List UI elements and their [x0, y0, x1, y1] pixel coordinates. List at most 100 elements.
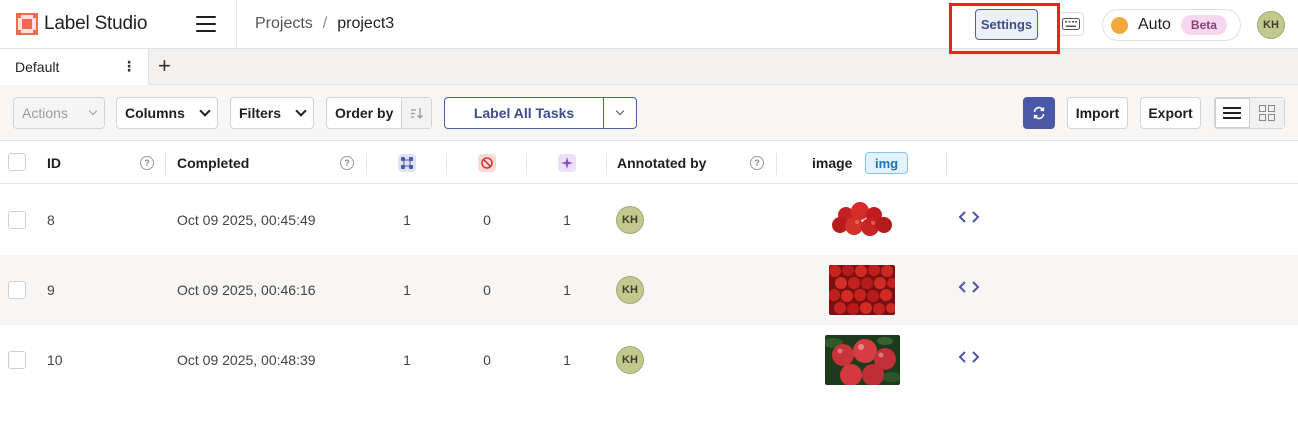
label-studio-logo-icon: [16, 13, 38, 35]
view-tabs-bar: Default ⋮ +: [0, 49, 1298, 85]
filters-dropdown[interactable]: Filters: [230, 97, 314, 129]
sort-direction-button[interactable]: [402, 98, 431, 128]
table-row[interactable]: 10 Oct 09 2025, 00:48:39 1 0 1 KH: [0, 325, 1298, 395]
import-button[interactable]: Import: [1067, 97, 1128, 129]
keyboard-icon: [1062, 18, 1080, 30]
row-checkbox[interactable]: [8, 281, 26, 299]
chevron-down-icon: [295, 105, 307, 117]
chevron-down-icon: [88, 106, 98, 116]
row-checkbox[interactable]: [8, 351, 26, 369]
task-id: 9: [47, 282, 55, 298]
task-image-thumbnail[interactable]: [825, 335, 900, 385]
keyboard-shortcuts-button[interactable]: [1058, 12, 1084, 36]
annotations-icon[interactable]: [398, 154, 416, 172]
top-header: Label Studio Projects / project3 Setting…: [0, 0, 1298, 54]
label-all-tasks-control: Label All Tasks: [444, 97, 637, 129]
user-avatar[interactable]: KH: [1257, 11, 1285, 39]
label-all-dropdown-button[interactable]: [604, 98, 636, 128]
column-separator: [946, 153, 947, 175]
predictions-count: 1: [563, 282, 571, 298]
breadcrumb-current-project: project3: [337, 15, 395, 32]
add-tab-icon[interactable]: +: [158, 55, 171, 77]
chevron-down-icon: [199, 105, 211, 117]
task-id: 10: [47, 352, 63, 368]
breadcrumb: Projects / project3: [255, 15, 394, 33]
completed-date: Oct 09 2025, 00:48:39: [177, 352, 316, 368]
column-separator: [165, 153, 166, 175]
column-separator: [446, 153, 447, 175]
annotator-avatar: KH: [616, 276, 644, 304]
tab-menu-icon[interactable]: ⋮: [122, 59, 136, 73]
columns-label: Columns: [125, 105, 185, 121]
beta-badge: Beta: [1180, 15, 1227, 35]
task-id: 8: [47, 212, 55, 228]
help-icon[interactable]: ?: [340, 156, 354, 170]
column-header-id[interactable]: ID: [47, 142, 61, 184]
settings-button[interactable]: Settings: [975, 9, 1038, 40]
column-separator: [606, 153, 607, 175]
annotator-avatar: KH: [616, 206, 644, 234]
grid-view-button[interactable]: [1249, 98, 1284, 128]
table-header: ID ? Completed ? Annotated by ? image im…: [0, 142, 1298, 184]
refresh-icon: [1033, 106, 1045, 120]
auto-label: Auto: [1138, 16, 1171, 33]
column-separator: [366, 153, 367, 175]
predictions-count: 1: [563, 212, 571, 228]
completed-date: Oct 09 2025, 00:45:49: [177, 212, 316, 228]
help-icon[interactable]: ?: [750, 156, 764, 170]
annotations-count: 1: [403, 282, 411, 298]
chevron-down-icon: [615, 106, 625, 116]
table-row[interactable]: 8 Oct 09 2025, 00:45:49 1 0 1 KH: [0, 185, 1298, 255]
app-name: Label Studio: [44, 13, 148, 34]
breadcrumb-separator: /: [322, 15, 328, 32]
column-separator: [776, 153, 777, 175]
task-image-thumbnail[interactable]: [829, 265, 895, 315]
app-logo[interactable]: Label Studio: [16, 13, 147, 35]
menu-icon[interactable]: [196, 16, 216, 32]
auto-mode-toggle[interactable]: Auto Beta: [1102, 9, 1241, 41]
row-checkbox[interactable]: [8, 211, 26, 229]
data-manager-toolbar: Actions Columns Filters Order by Label A…: [0, 85, 1298, 141]
annotations-count: 1: [403, 352, 411, 368]
column-separator: [526, 153, 527, 175]
task-image-thumbnail[interactable]: [826, 198, 900, 242]
cancelled-icon[interactable]: [478, 154, 496, 172]
list-view-icon: [1223, 107, 1242, 119]
cancelled-count: 0: [483, 212, 491, 228]
code-view-icon[interactable]: [958, 210, 980, 224]
filters-label: Filters: [239, 105, 282, 121]
breadcrumb-projects[interactable]: Projects: [255, 15, 313, 33]
cancelled-count: 0: [483, 282, 491, 298]
completed-date: Oct 09 2025, 00:46:16: [177, 282, 316, 298]
order-by-label: Order by: [327, 98, 403, 128]
select-all-checkbox[interactable]: [8, 153, 26, 171]
predictions-count: 1: [563, 352, 571, 368]
column-header-image[interactable]: image: [812, 142, 852, 184]
list-view-button[interactable]: [1215, 98, 1250, 128]
header-divider: [236, 0, 237, 48]
actions-label: Actions: [22, 105, 68, 121]
help-icon[interactable]: ?: [140, 156, 154, 170]
column-header-completed[interactable]: Completed: [177, 142, 249, 184]
table-row[interactable]: 9 Oct 09 2025, 00:46:16 1 0 1 KH: [0, 255, 1298, 325]
label-all-tasks-button[interactable]: Label All Tasks: [445, 98, 604, 128]
refresh-button[interactable]: [1023, 97, 1055, 129]
actions-dropdown[interactable]: Actions: [13, 97, 105, 129]
export-button[interactable]: Export: [1140, 97, 1201, 129]
annotator-avatar: KH: [616, 346, 644, 374]
annotations-count: 1: [403, 212, 411, 228]
sort-icon: [410, 108, 423, 119]
auto-status-dot: [1111, 16, 1128, 34]
column-header-annotated-by[interactable]: Annotated by: [617, 142, 706, 184]
cancelled-count: 0: [483, 352, 491, 368]
tab-default[interactable]: Default ⋮: [0, 49, 149, 85]
tab-label: Default: [15, 59, 60, 75]
grid-view-icon: [1258, 105, 1275, 121]
predictions-icon[interactable]: [558, 154, 576, 172]
code-view-icon[interactable]: [958, 280, 980, 294]
view-mode-toggle: [1214, 97, 1285, 129]
image-type-badge: img: [865, 152, 909, 174]
order-by-control[interactable]: Order by: [326, 97, 432, 129]
code-view-icon[interactable]: [958, 350, 980, 364]
columns-dropdown[interactable]: Columns: [116, 97, 218, 129]
